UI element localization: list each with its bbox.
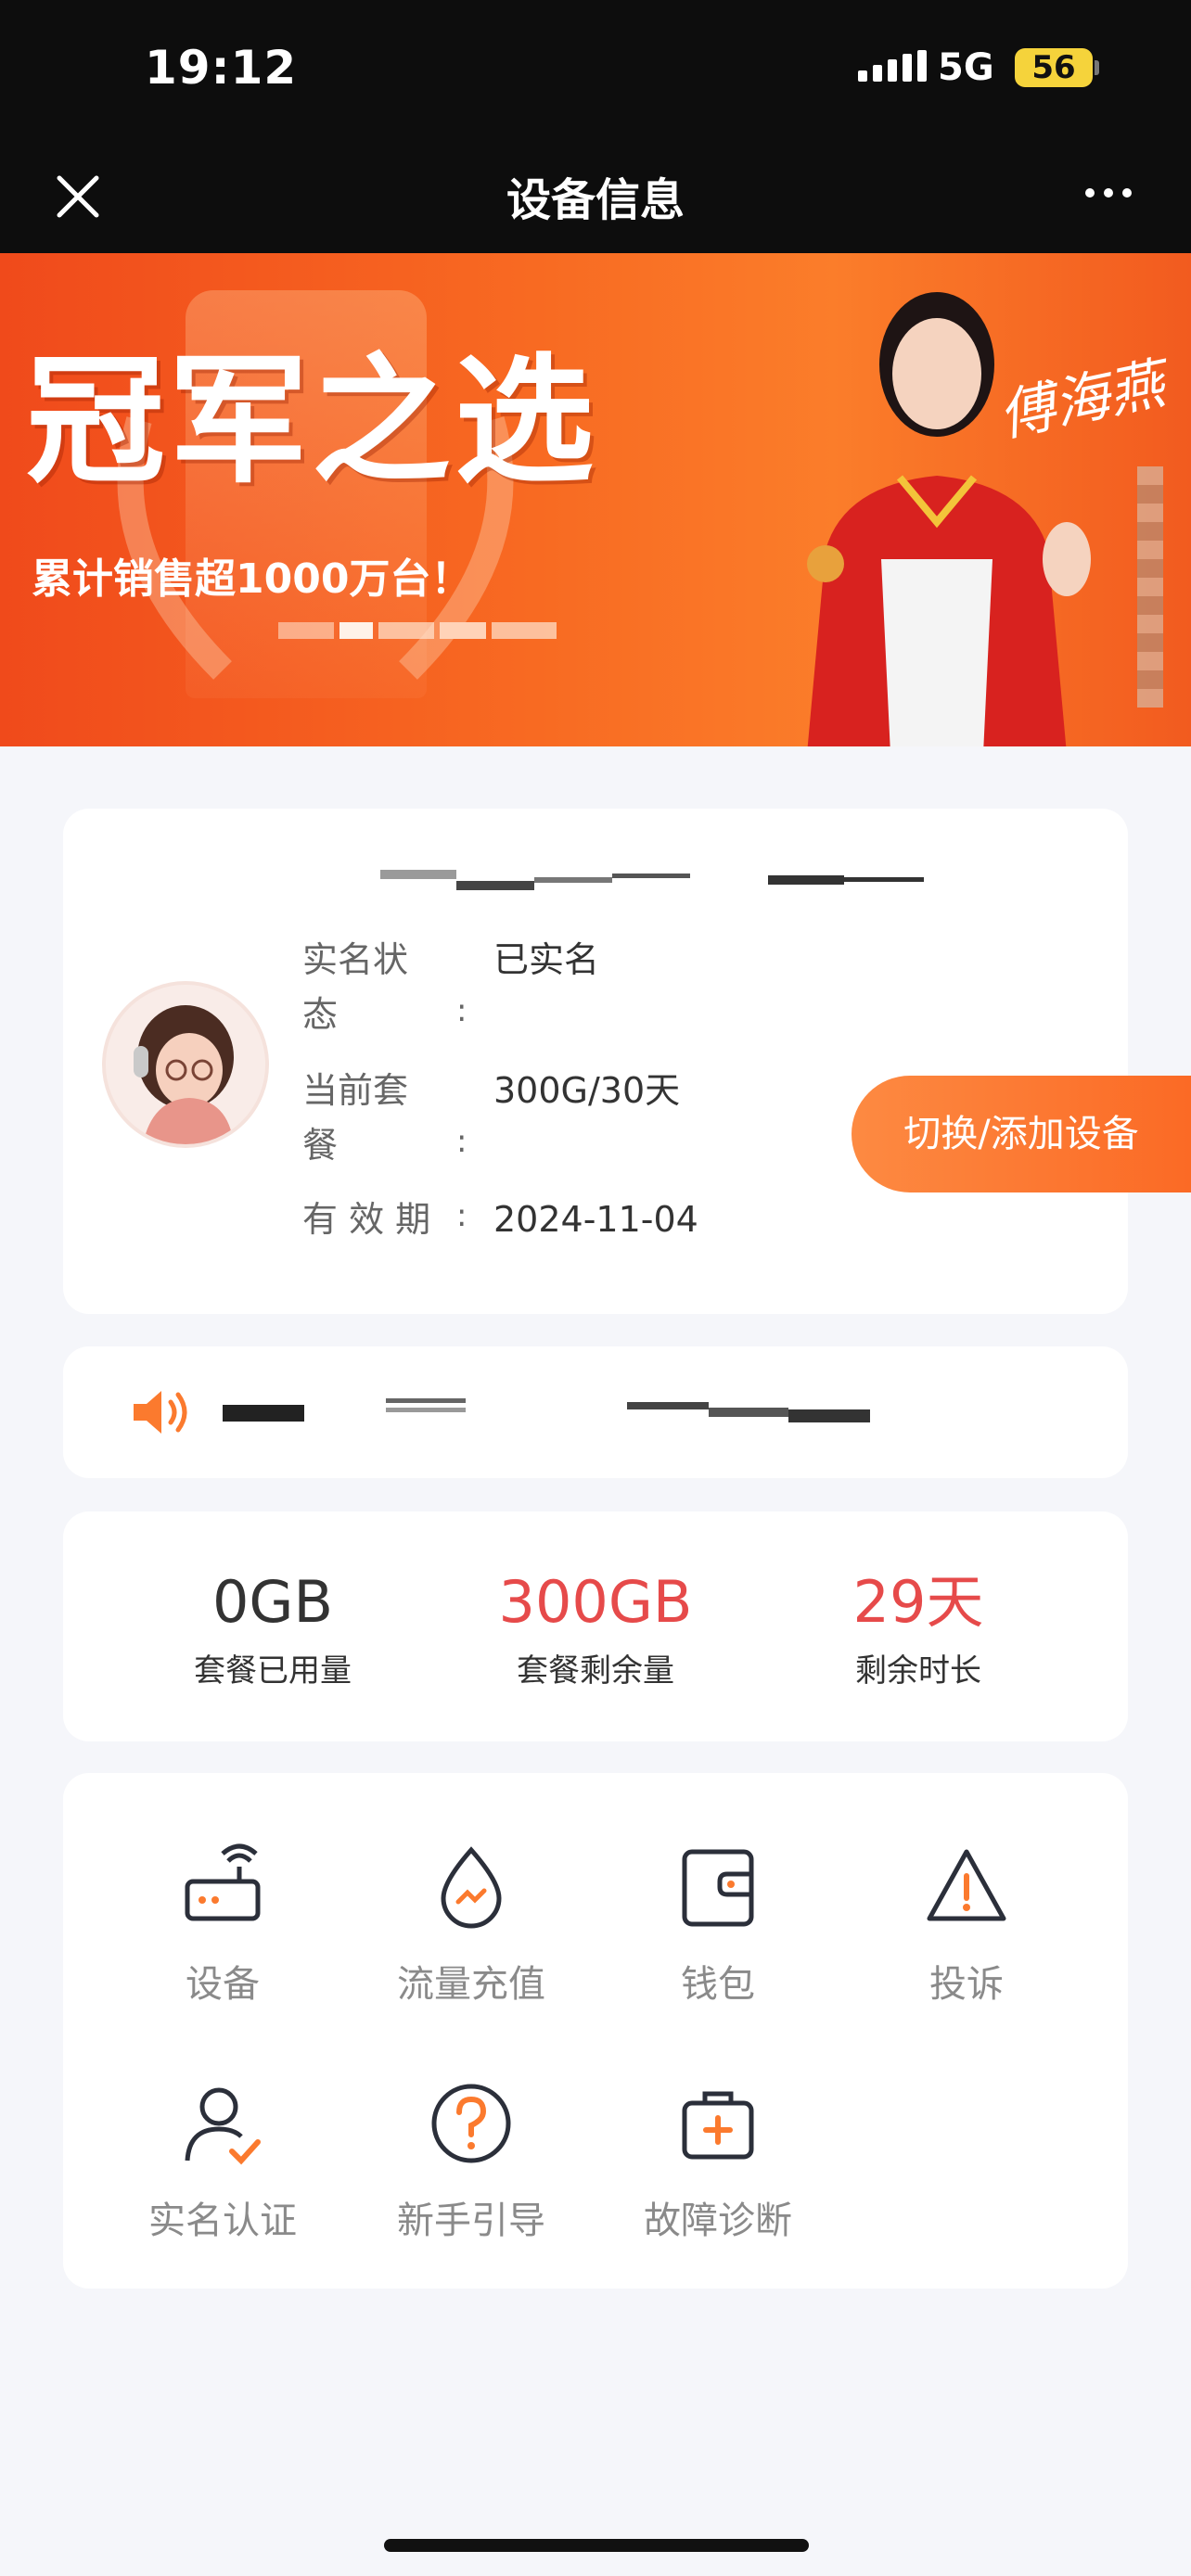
athlete-photo [807,292,1091,746]
battery-tip [1095,60,1099,75]
banner-subline: 累计销售超1000万台！ [32,555,472,603]
battery-icon: 56 [1015,48,1093,87]
more-icon[interactable] [1085,188,1132,198]
nav-bar: 设备信息 [0,139,1191,253]
redacted-device-id [380,870,456,879]
banner-redacted-mark [1137,466,1163,708]
switch-add-device-button[interactable]: 切换/添加设备 [852,1076,1191,1192]
redacted-device-id-part [612,874,690,878]
warning-icon [927,1849,1006,1921]
menu-device-label: 设备 [186,1963,260,2006]
stat-days-label: 剩余时长 [855,1652,981,1690]
stat-used-label: 套餐已用量 [194,1652,352,1690]
speaker-icon [134,1391,187,1434]
promo-banner[interactable]: 冠军之选 累计销售超1000万台！ 傅海燕 [0,253,1191,746]
realname-value: 已实名 [493,939,600,980]
status-time: 19:12 [145,41,298,95]
plan-value: 300G/30天 [493,1070,681,1111]
menu-guide-label: 新手引导 [397,2200,545,2242]
realname-label-line2: 态 [302,994,339,1035]
menu-guide[interactable]: 新手引导 [360,2077,583,2244]
plan-label-line2: 餐 [302,1125,339,1166]
menu-realname-label: 实名认证 [148,2200,297,2242]
menu-data-recharge-label: 流量充值 [397,1963,545,2006]
data-drop-icon [441,1846,502,1929]
stat-used: 0GB 套餐已用量 [134,1565,412,1690]
redacted-notice-text [223,1405,304,1422]
status-bar: 19:12 5G 56 [0,0,1191,139]
redacted-notice-part [386,1398,466,1403]
user-check-icon [185,2087,261,2165]
menu-complaint[interactable]: 投诉 [855,1841,1078,2008]
network-type: 5G [938,46,994,89]
stat-used-value: 0GB [211,1568,334,1636]
router-icon [185,1843,261,1921]
redacted-device-id-part [768,875,844,885]
redacted-notice-part [709,1408,788,1417]
colon: : [456,992,467,1029]
help-icon [431,2084,511,2163]
redacted-notice-part [788,1409,870,1422]
menu-wallet[interactable]: 钱包 [607,1841,829,2008]
colon: : [456,1123,467,1160]
redacted-device-id-part [534,877,612,883]
expiry-value: 2024-11-04 [493,1199,698,1240]
menu-data-recharge[interactable]: 流量充值 [360,1841,583,2008]
menu-complaint-label: 投诉 [929,1963,1004,2006]
expiry-label: 有 效 期 [302,1199,431,1240]
stat-days-value: 29天 [852,1568,984,1636]
menu-diagnosis[interactable]: 故障诊断 [607,2077,829,2244]
page-title: 设备信息 [506,174,685,226]
redacted-notice-part [386,1408,466,1412]
colon: : [456,1197,467,1234]
home-indicator[interactable] [384,2539,809,2552]
menu-diagnosis-label: 故障诊断 [644,2200,792,2242]
redacted-device-id-part [456,881,534,890]
stat-remaining: 300GB 套餐剩余量 [456,1565,735,1690]
realname-label-line1: 实名状 [302,939,409,980]
wallet-icon [682,1849,754,1927]
menu-wallet-label: 钱包 [681,1963,755,2006]
stat-remaining-value: 300GB [498,1568,693,1636]
stat-days: 29天 剩余时长 [779,1565,1057,1690]
banner-redacted-text [278,617,557,644]
plan-label-line1: 当前套 [302,1070,409,1111]
stat-remaining-label: 套餐剩余量 [517,1652,674,1690]
redacted-device-id-part [844,877,924,882]
avatar [102,981,269,1148]
signal-icon [858,50,927,82]
banner-headline: 冠军之选 [26,341,598,503]
menu-device[interactable]: 设备 [111,1841,334,2008]
menu-realname[interactable]: 实名认证 [111,2077,334,2244]
redacted-notice-part [627,1402,709,1409]
medical-kit-icon [682,2091,754,2160]
